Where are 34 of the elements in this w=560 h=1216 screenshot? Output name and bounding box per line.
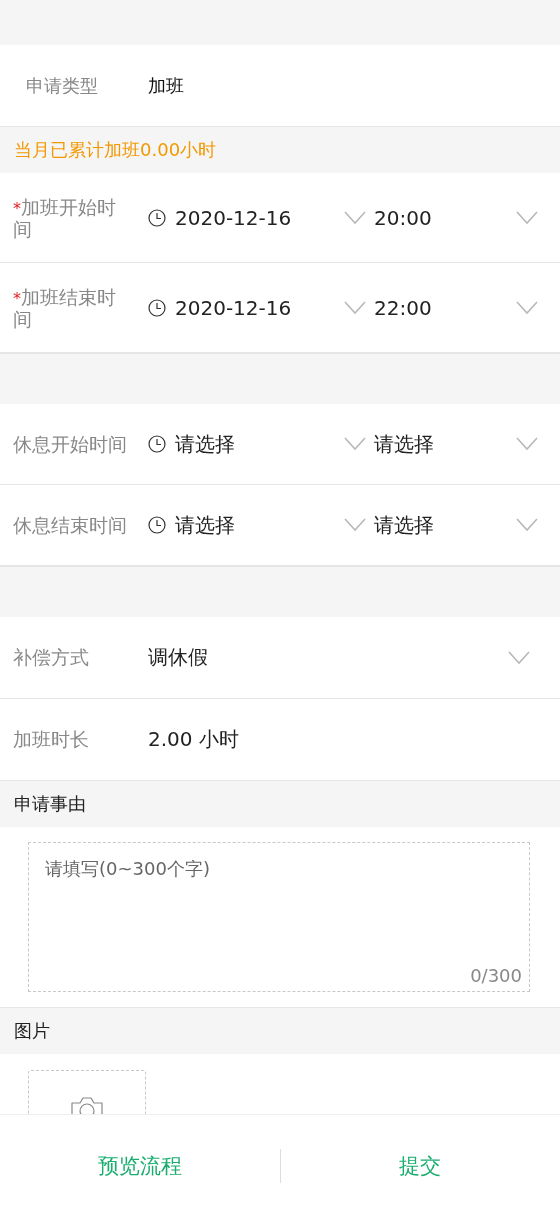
chevron-down-icon	[516, 518, 538, 532]
chevron-down-icon	[516, 210, 538, 225]
time-picker[interactable]: 22:00	[374, 295, 538, 320]
clock-icon	[148, 208, 166, 227]
time-picker[interactable]: 20:00	[374, 205, 538, 230]
field-value: 2.00 小时	[148, 726, 239, 753]
section-header: 申请事由	[0, 781, 560, 827]
time-picker[interactable]: 请选择	[374, 511, 538, 539]
date-picker[interactable]: 请选择	[148, 430, 374, 458]
field-label: 加班时长	[13, 726, 90, 752]
chevron-down-icon	[344, 437, 366, 451]
date-picker[interactable]: 2020-12-16	[148, 295, 374, 320]
chevron-down-icon	[344, 518, 366, 532]
chevron-down-icon	[508, 650, 530, 665]
field-label: 休息开始时间	[13, 434, 128, 454]
field-label: 休息结束时间	[13, 515, 128, 535]
clock-icon	[148, 298, 166, 317]
chevron-down-icon	[344, 210, 366, 225]
field-label: *加班结束时间	[13, 286, 117, 329]
field-value: 加班	[148, 73, 184, 98]
time-picker[interactable]: 请选择	[374, 430, 538, 458]
date-picker[interactable]: 请选择	[148, 511, 374, 539]
character-counter: 0/300	[470, 965, 522, 986]
date-picker[interactable]: 2020-12-16	[148, 205, 374, 230]
chevron-down-icon	[344, 300, 366, 315]
chevron-down-icon	[516, 300, 538, 315]
chevron-down-icon	[516, 437, 538, 451]
field-label: 申请类型	[26, 73, 99, 98]
field-label: *加班开始时间	[13, 196, 117, 239]
clock-icon	[148, 516, 166, 534]
section-header: 图片	[0, 1008, 560, 1054]
camera-icon	[70, 1095, 104, 1116]
clock-icon	[148, 435, 166, 453]
notice-text: 当月已累计加班0.00小时	[0, 127, 560, 173]
